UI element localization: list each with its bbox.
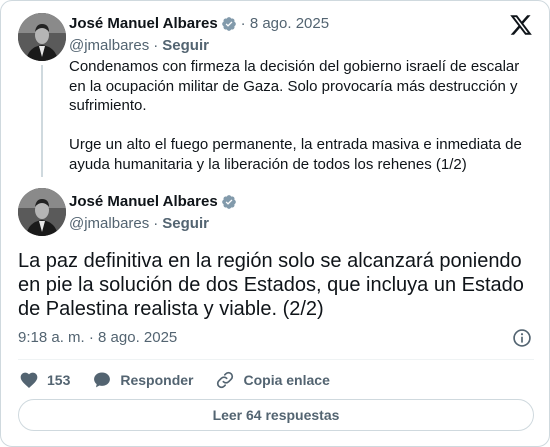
post-timestamp[interactable]: 9:18 a. m. · 8 ago. 2025 [18, 329, 177, 346]
link-icon [217, 371, 234, 389]
copy-link-button[interactable]: Copia enlace [215, 370, 330, 390]
follow-button[interactable]: Seguir [162, 215, 209, 232]
author-row: José Manuel Albares · 8 ago. 2025 [69, 15, 329, 32]
separator: · [153, 37, 159, 54]
separator: · [153, 215, 159, 232]
verified-badge-icon [221, 194, 236, 209]
copy-link-label: Copia enlace [243, 372, 330, 388]
handle-row: @jmalbares · Seguir [69, 37, 209, 54]
author-handle[interactable]: @jmalbares [69, 37, 149, 54]
handle-row: @jmalbares · Seguir [69, 215, 209, 232]
verified-badge-icon [221, 16, 236, 31]
post-date[interactable]: · 8 ago. 2025 [241, 15, 329, 32]
heart-icon [20, 372, 38, 388]
like-button[interactable]: 153 [19, 370, 70, 390]
action-bar: 153 Responder Copia enlace [19, 369, 352, 391]
follow-button[interactable]: Seguir [162, 37, 209, 54]
read-replies-button[interactable]: Leer 64 respuestas [18, 399, 534, 431]
info-icon[interactable] [512, 328, 532, 348]
tweet-embed-card: José Manuel Albares · 8 ago. 2025 @jmalb… [0, 0, 550, 447]
divider [18, 359, 534, 360]
tweet-text: La paz definitiva en la región solo se a… [18, 250, 524, 320]
speech-bubble-icon [94, 372, 111, 388]
thread-connector [41, 65, 43, 177]
author-name[interactable]: José Manuel Albares [69, 15, 218, 32]
tweet-text: Condenamos con firmeza la decisión del g… [69, 57, 539, 174]
author-name[interactable]: José Manuel Albares [69, 193, 218, 210]
avatar[interactable] [18, 13, 66, 61]
tweet-paragraph: Urge un alto el fuego permanente, la ent… [69, 136, 522, 173]
avatar[interactable] [18, 188, 66, 236]
x-logo-icon[interactable] [509, 13, 533, 37]
tweet-paragraph: Condenamos con firmeza la decisión del g… [69, 58, 520, 114]
reply-button[interactable]: Responder [92, 370, 193, 390]
author-handle[interactable]: @jmalbares [69, 215, 149, 232]
author-row: José Manuel Albares [69, 193, 237, 210]
like-count: 153 [47, 372, 71, 388]
reply-label: Responder [120, 372, 194, 388]
